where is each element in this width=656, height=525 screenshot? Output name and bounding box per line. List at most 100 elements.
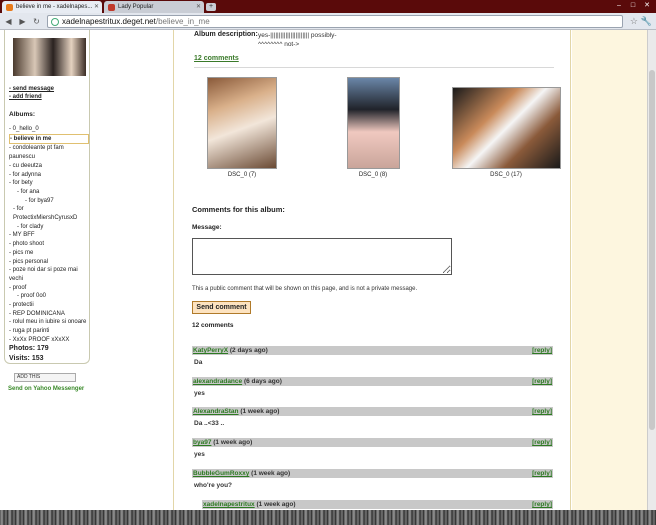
reply-link[interactable]: [reply] bbox=[532, 377, 552, 386]
comment-header: bya97 (1 week ago) [reply] bbox=[192, 438, 553, 447]
reload-icon[interactable]: ↻ bbox=[31, 16, 42, 27]
visits-count: Visits: 153 bbox=[9, 355, 44, 362]
scrollbar-thumb[interactable] bbox=[649, 70, 655, 430]
album-item-active[interactable]: - believe in me bbox=[9, 133, 89, 145]
send-message-link[interactable]: - send message bbox=[9, 86, 54, 92]
photos-count: Photos: 179 bbox=[9, 345, 49, 352]
reply-link[interactable]: [reply] bbox=[532, 438, 552, 447]
comment-text: Da bbox=[194, 359, 203, 366]
reply-link[interactable]: [reply] bbox=[532, 407, 552, 416]
vertical-scrollbar[interactable] bbox=[647, 30, 656, 510]
album-list: - 0_hello_0 - believe in me - condoleant… bbox=[9, 125, 89, 345]
album-description-text: yes-||||||||||||||||||||||| possibly-^^^… bbox=[258, 32, 337, 48]
comments-heading: Comments for this album: bbox=[192, 205, 285, 214]
album-item[interactable]: - pics me bbox=[9, 249, 89, 258]
site-favicon-icon bbox=[108, 4, 115, 11]
comment-author-link[interactable]: bya97 bbox=[193, 439, 211, 446]
message-textarea[interactable] bbox=[192, 238, 452, 275]
album-item[interactable]: - REP DOMINICANA bbox=[9, 310, 89, 319]
album-item[interactable]: - photo shoot bbox=[9, 240, 89, 249]
comment-author-link[interactable]: xadelnapestritux bbox=[203, 501, 255, 508]
minimize-icon[interactable]: – bbox=[612, 0, 626, 12]
reply-link[interactable]: [reply] bbox=[532, 469, 552, 478]
back-icon[interactable]: ◀ bbox=[3, 16, 14, 27]
url-domain: xadelnapestritux.deget.net bbox=[62, 17, 156, 26]
album-item[interactable]: - ruga pt parinti bbox=[9, 327, 89, 336]
bookmark-star-icon[interactable]: ☆ bbox=[630, 16, 638, 27]
album-item[interactable]: - for ProtectixMiershCyrusxD bbox=[9, 205, 89, 222]
photo-caption: DSC_0 (8) bbox=[358, 172, 388, 178]
browser-titlebar: believe in me - xadelnapes... ✕ Lady Pop… bbox=[0, 0, 656, 13]
comment-item: bya97 (1 week ago) [reply] yes bbox=[192, 438, 553, 458]
comment-item: BubbleGumRoxxy (1 week ago) [reply] who'… bbox=[192, 469, 553, 489]
yahoo-messenger-link[interactable]: Send on Yahoo Messenger bbox=[8, 386, 84, 392]
photo-thumbnail[interactable] bbox=[207, 77, 277, 169]
album-item[interactable]: - condoleante pt fam paunescu bbox=[9, 144, 89, 161]
album-item[interactable]: - for ana bbox=[9, 188, 89, 197]
album-item[interactable]: - proof 0o0 bbox=[9, 292, 89, 301]
wrench-menu-icon[interactable]: 🔧 bbox=[641, 16, 652, 27]
tab-label: believe in me - xadelnapes... bbox=[16, 4, 93, 10]
comment-time: (6 days ago) bbox=[243, 378, 282, 385]
reply-link[interactable]: [reply] bbox=[532, 346, 552, 355]
address-bar[interactable]: xadelnapestritux.deget.net/believe_in_me bbox=[47, 15, 623, 28]
album-item[interactable]: - for clady bbox=[9, 223, 89, 232]
comment-item: AlexandraStan (1 week ago) [reply] Da ..… bbox=[192, 407, 553, 427]
comment-time: (1 week ago) bbox=[251, 470, 291, 477]
url-path: /believe_in_me bbox=[155, 17, 210, 26]
tab-lady-popular[interactable]: Lady Popular ✕ bbox=[104, 1, 204, 13]
tab-believe-in-me[interactable]: believe in me - xadelnapes... ✕ bbox=[2, 1, 102, 13]
close-tab-icon[interactable]: ✕ bbox=[196, 1, 201, 13]
add-friend-link[interactable]: - add friend bbox=[9, 94, 42, 100]
photo-thumbnail[interactable] bbox=[452, 87, 561, 169]
maximize-icon[interactable]: □ bbox=[626, 0, 640, 12]
comments-count-link[interactable]: 12 comments bbox=[194, 55, 239, 62]
comment-header: xadelnapestritux (1 week ago) [reply] bbox=[202, 500, 553, 509]
comment-time: (1 week ago) bbox=[240, 408, 280, 415]
album-item[interactable]: - proof bbox=[9, 284, 89, 293]
album-item[interactable]: - cu deeutza bbox=[9, 162, 89, 171]
globe-icon bbox=[51, 18, 59, 26]
profile-stats: Photos: 179 Visits: 153 bbox=[9, 344, 49, 364]
reply-link[interactable]: [reply] bbox=[532, 500, 552, 509]
album-description-label: Album description: bbox=[194, 31, 258, 38]
tab-label: Lady Popular bbox=[118, 4, 154, 10]
divider bbox=[194, 67, 554, 68]
taskbar-strip bbox=[0, 510, 656, 525]
comment-author-link[interactable]: KatyPerryX bbox=[193, 347, 228, 354]
albums-heading: Albums: bbox=[9, 111, 35, 118]
comment-author-link[interactable]: BubbleGumRoxxy bbox=[193, 470, 249, 477]
album-item[interactable]: - for adynna bbox=[9, 171, 89, 180]
window-controls: – □ ✕ bbox=[612, 0, 654, 12]
album-item[interactable]: - MY BFF bbox=[9, 231, 89, 240]
profile-photo[interactable] bbox=[13, 38, 86, 76]
album-item[interactable]: - 0_hello_0 bbox=[9, 125, 89, 134]
album-item[interactable]: - rolul meu in iubire si onoare bbox=[9, 318, 89, 327]
album-item[interactable]: - protectii bbox=[9, 301, 89, 310]
comment-author-link[interactable]: alexandradance bbox=[193, 378, 242, 385]
album-item[interactable]: - pics personal bbox=[9, 258, 89, 267]
comment-author-link[interactable]: AlexandraStan bbox=[193, 408, 239, 415]
forward-icon[interactable]: ▶ bbox=[17, 16, 28, 27]
comment-time: (2 days ago) bbox=[229, 347, 268, 354]
photo-thumbnail[interactable] bbox=[347, 77, 400, 169]
page-viewport: - send message - add friend Albums: - 0_… bbox=[0, 30, 647, 510]
photo-caption: DSC_0 (17) bbox=[490, 172, 522, 178]
album-item[interactable]: - for bety bbox=[9, 179, 89, 188]
close-tab-icon[interactable]: ✕ bbox=[94, 1, 99, 13]
page-background-right bbox=[572, 30, 647, 510]
close-window-icon[interactable]: ✕ bbox=[640, 0, 654, 12]
site-favicon-icon bbox=[6, 4, 13, 11]
comment-count: 12 comments bbox=[192, 322, 234, 329]
browser-toolbar: ◀ ▶ ↻ xadelnapestritux.deget.net/believe… bbox=[0, 13, 656, 30]
album-item[interactable]: - poze noi dar si poze mai vechi bbox=[9, 266, 89, 283]
album-item[interactable]: - for bya97 bbox=[9, 197, 89, 206]
photo-caption: DSC_0 (7) bbox=[227, 172, 257, 178]
message-label: Message: bbox=[192, 224, 222, 231]
new-tab-button[interactable]: + bbox=[206, 3, 216, 11]
addthis-button[interactable]: ADD THIS bbox=[14, 373, 76, 382]
comment-text: yes bbox=[194, 451, 205, 458]
comment-time: (1 week ago) bbox=[256, 501, 296, 508]
comment-text: who're you? bbox=[194, 482, 233, 489]
send-comment-button[interactable]: Send comment bbox=[192, 301, 251, 314]
